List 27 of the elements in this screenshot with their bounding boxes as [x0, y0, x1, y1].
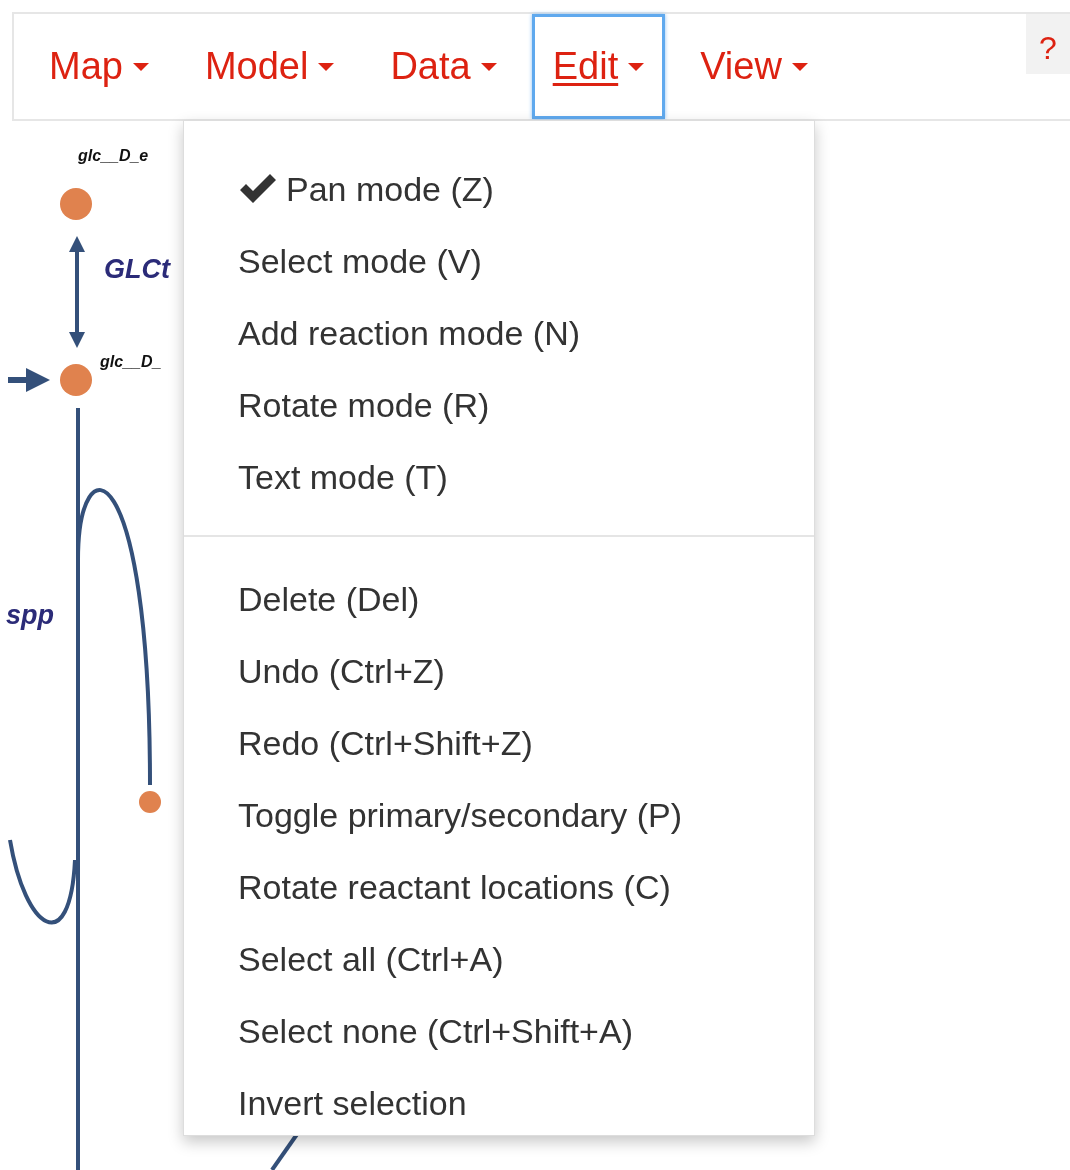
menu-button[interactable]: Model [183, 14, 356, 119]
metabolite-label: glc__D_ [100, 353, 162, 370]
menu-item[interactable]: Toggle primary/secondary (P) [184, 779, 814, 851]
menu-item[interactable]: Select all (Ctrl+A) [184, 923, 814, 995]
menu-item[interactable]: Text mode (T) [184, 441, 814, 513]
menu-item[interactable]: Redo (Ctrl+Shift+Z) [184, 707, 814, 779]
checkmark-icon [238, 173, 278, 205]
menu-button[interactable]: Map [28, 14, 170, 119]
menu-button[interactable]: View [679, 14, 829, 119]
menu-item[interactable]: Invert selection [184, 1067, 814, 1139]
help-button[interactable]: ? [1026, 14, 1070, 74]
menu-button[interactable]: Data [369, 14, 518, 119]
reaction-label: spp [6, 600, 54, 630]
metabolite-node [60, 188, 92, 220]
metabolite-node [139, 791, 161, 813]
menu-item[interactable]: Undo (Ctrl+Z) [184, 635, 814, 707]
metabolite-node [60, 364, 92, 396]
menu-item[interactable]: Delete (Del) [184, 563, 814, 635]
menu-item[interactable]: Rotate reactant locations (C) [184, 851, 814, 923]
menu-item[interactable]: Add reaction mode (N) [184, 297, 814, 369]
metabolite-label: glc__D_e [78, 147, 149, 164]
menu-item[interactable]: Pan mode (Z) [184, 153, 814, 225]
menu-item[interactable]: Select mode (V) [184, 225, 814, 297]
menu-item[interactable]: Select none (Ctrl+Shift+A) [184, 995, 814, 1067]
menu-item[interactable]: Rotate mode (R) [184, 369, 814, 441]
reaction-path [8, 368, 50, 392]
reaction-label: GLCt [104, 254, 170, 284]
